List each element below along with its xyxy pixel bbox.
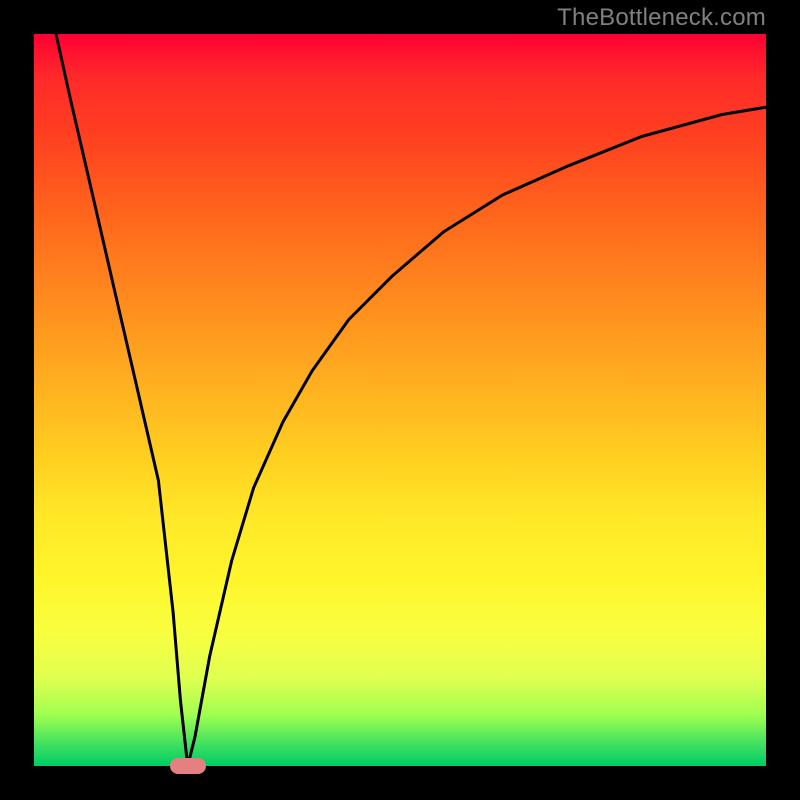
plot-area — [34, 34, 766, 766]
minimum-marker — [170, 758, 206, 774]
bottleneck-curve — [34, 34, 766, 766]
watermark-text: TheBottleneck.com — [557, 4, 766, 32]
chart-container: TheBottleneck.com — [0, 0, 800, 800]
